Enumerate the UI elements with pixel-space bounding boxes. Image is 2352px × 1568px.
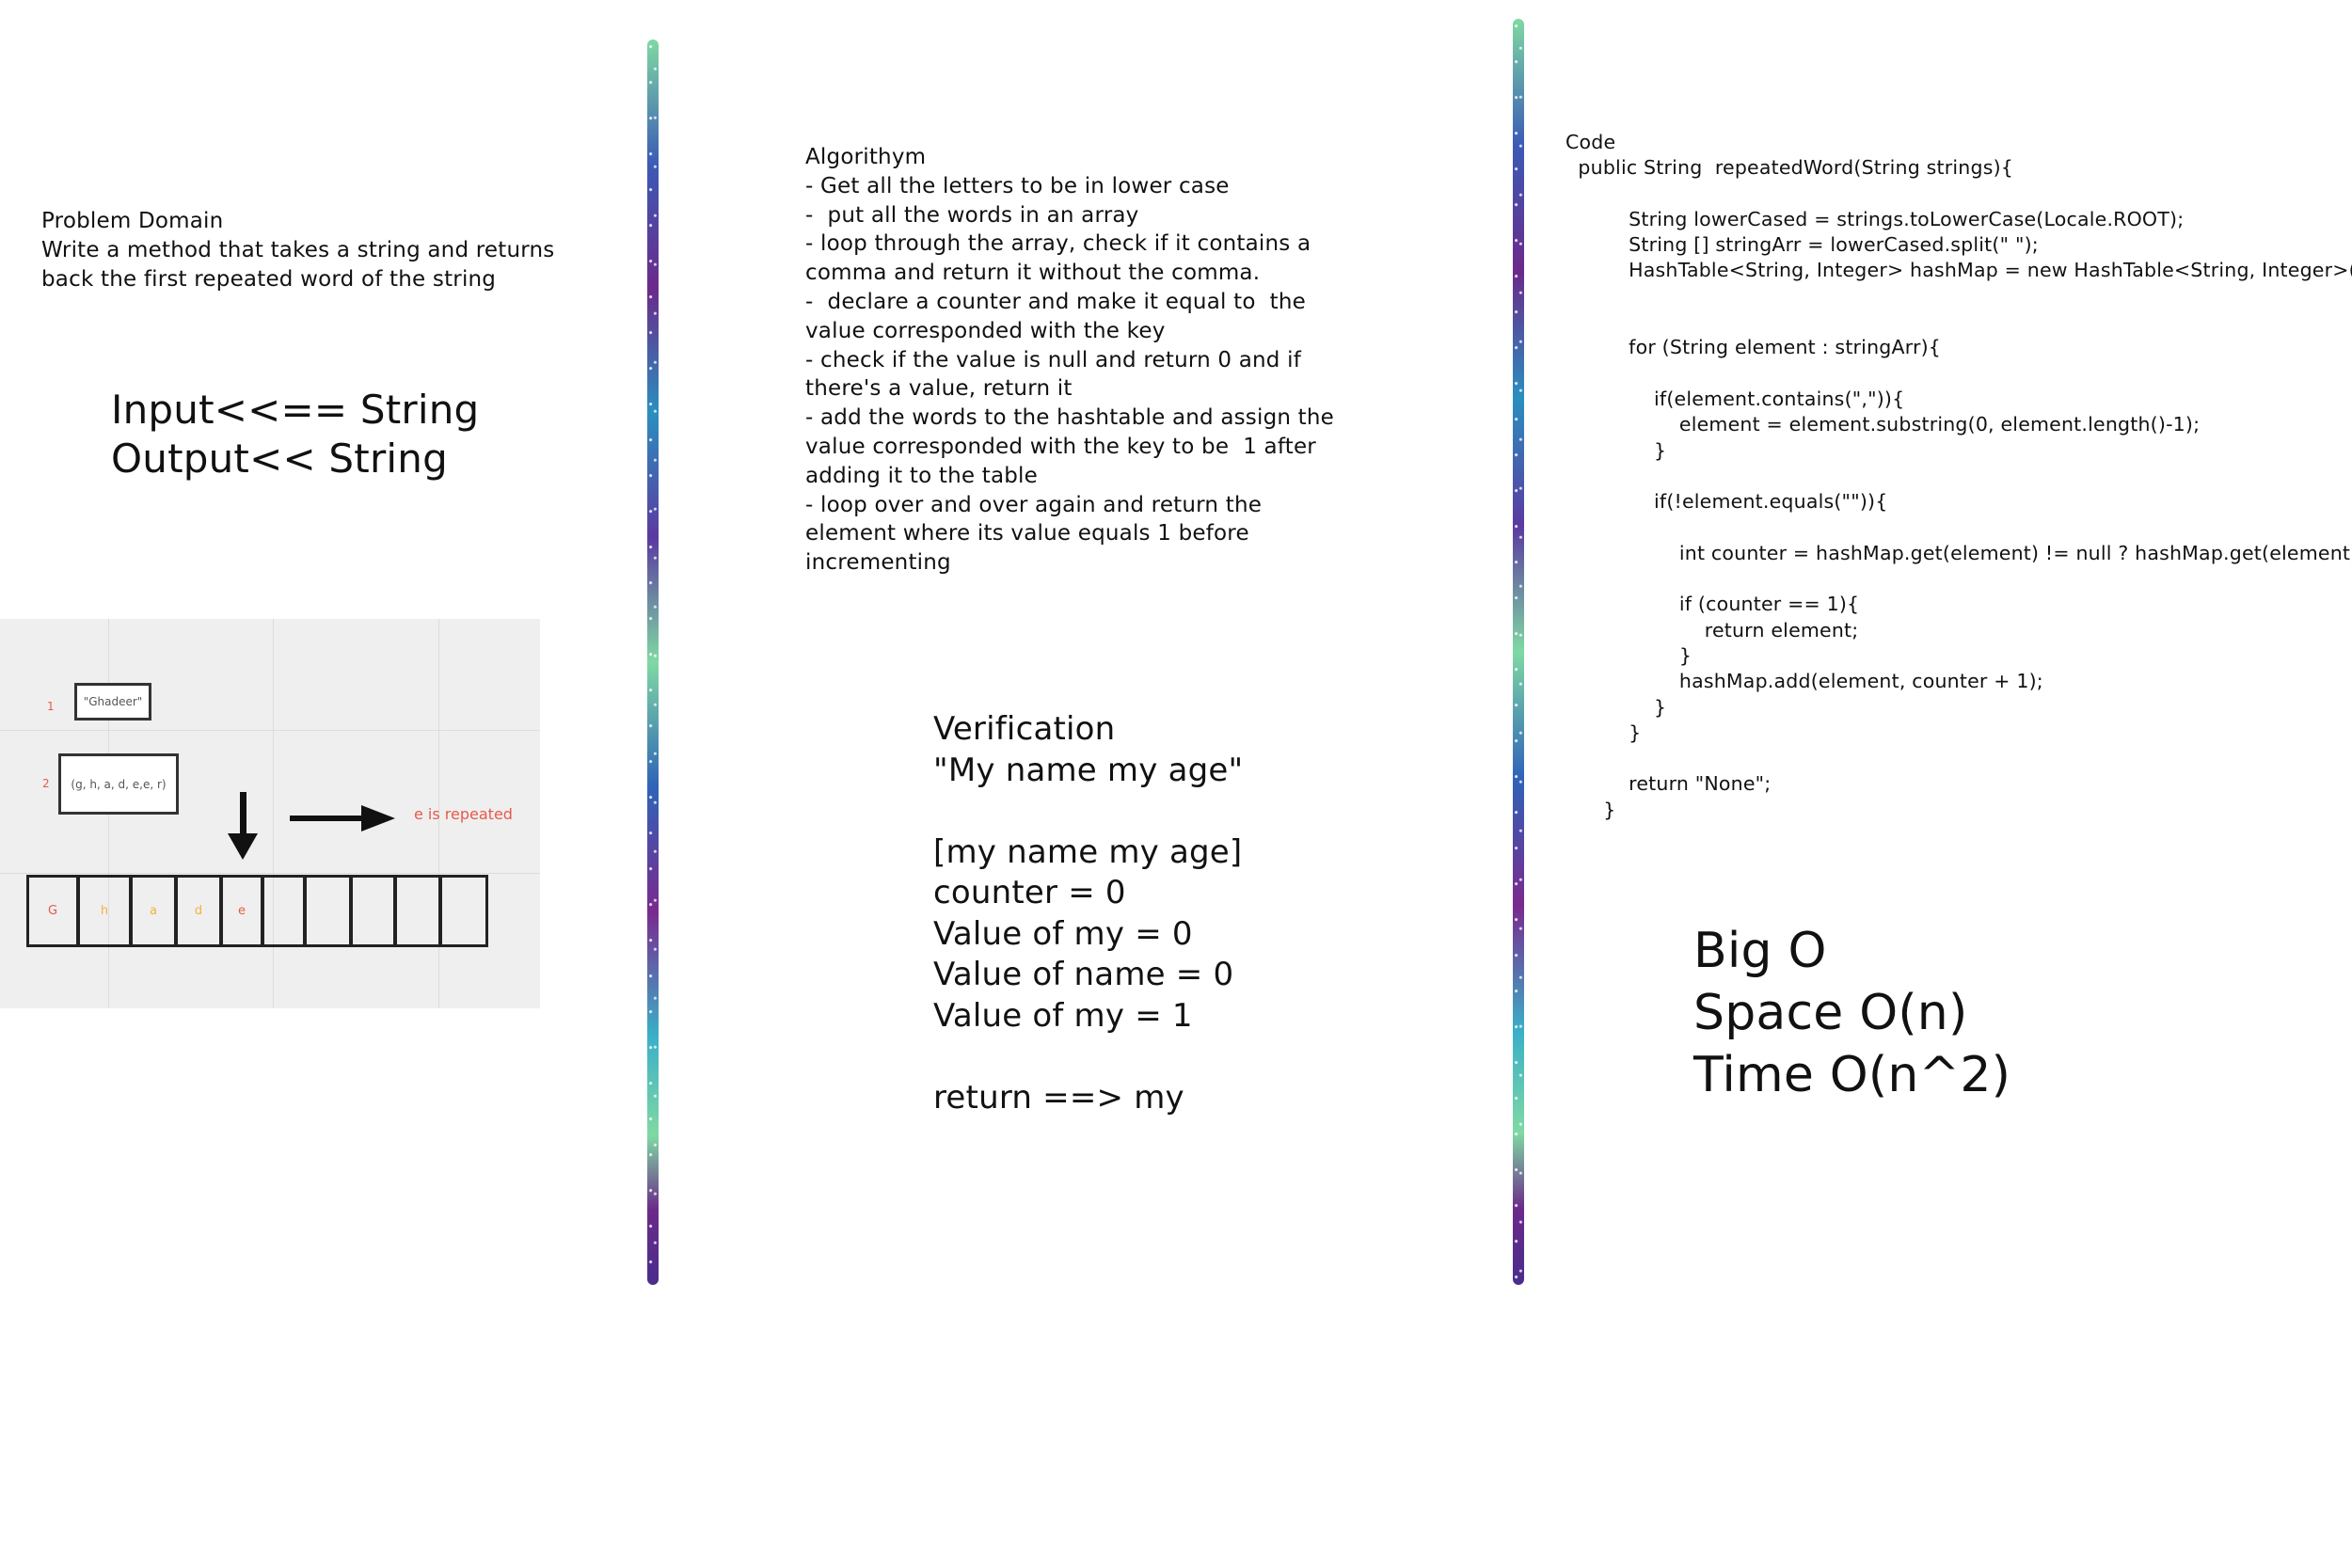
big-o-space: Space O(n): [1693, 985, 1968, 1041]
arrow-right-icon: [290, 805, 395, 832]
char-cell: G: [26, 875, 79, 947]
problem-domain-title: Problem Domain: [41, 209, 224, 233]
big-o-note: Big O Space O(n) Time O(n^2): [1693, 920, 2010, 1106]
char-array-box: (g, h, a, d, e,e, r): [58, 753, 179, 815]
row-number-2: 2: [42, 777, 50, 790]
input-label: Input<<== String: [111, 387, 480, 433]
input-string-box: "Ghadeer": [74, 683, 151, 721]
char-cell: [394, 875, 441, 947]
verification-note: Verification "My name my age" [my name m…: [933, 710, 1244, 1117]
output-label: Output<< String: [111, 436, 448, 482]
problem-domain-text: Write a method that takes a string and r…: [41, 238, 555, 292]
algorithm-note: Algorithym - Get all the letters to be i…: [805, 145, 1335, 576]
char-cell: [304, 875, 352, 947]
char-cell: [262, 875, 306, 947]
arrow-down-icon: [228, 792, 258, 860]
code-note: Code public String repeatedWord(String s…: [1565, 131, 2352, 821]
whiteboard-diagram: 1 "Ghadeer" 2 (g, h, a, d, e,e, r) e is …: [0, 619, 540, 1008]
grid-line: [273, 619, 274, 1008]
char-cell: d: [175, 875, 222, 947]
char-cell: [350, 875, 396, 947]
grid-line: [0, 873, 540, 874]
glitter-divider-right: [1513, 19, 1524, 1285]
grid-line: [0, 730, 540, 731]
glitter-divider-left: [647, 40, 659, 1285]
repeated-note: e is repeated: [414, 805, 513, 823]
big-o-time: Time O(n^2): [1693, 1047, 2011, 1103]
problem-domain-note: Problem Domain Write a method that takes…: [41, 207, 587, 294]
char-cell: [439, 875, 488, 947]
big-o-title: Big O: [1693, 923, 1827, 979]
row-number-1: 1: [47, 700, 55, 713]
char-cell: h: [77, 875, 132, 947]
input-output-note: Input<<== String Output<< String: [111, 386, 479, 483]
char-cell: a: [130, 875, 177, 947]
char-cell: e: [220, 875, 263, 947]
